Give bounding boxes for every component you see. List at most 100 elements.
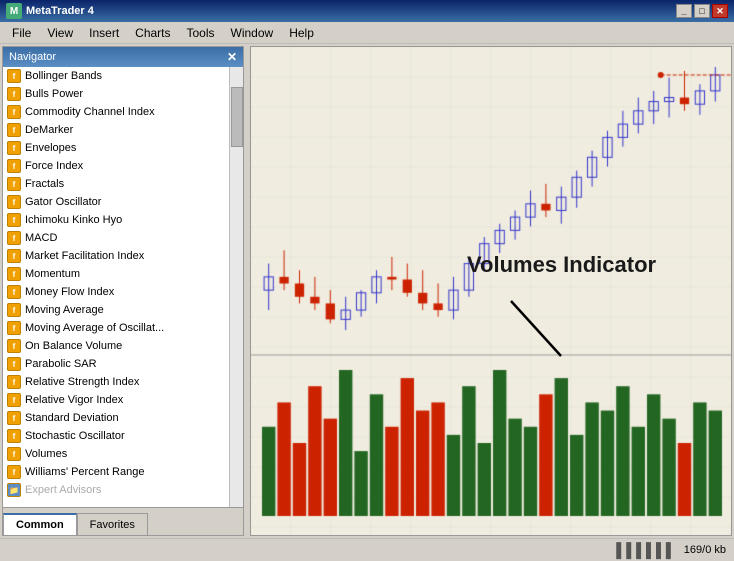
menu-tools[interactable]: Tools [179,24,223,42]
list-item[interactable]: f DeMarker [3,121,243,139]
indicator-label: Market Facilitation Index [25,250,144,262]
list-item[interactable]: f Envelopes [3,139,243,157]
navigator-panel: Navigator ✕ f Bollinger Bands f Bulls Po… [2,46,244,536]
indicator-icon: f [7,159,21,173]
indicator-icon: f [7,213,21,227]
list-item[interactable]: f Moving Average [3,301,243,319]
minimize-button[interactable]: _ [676,4,692,18]
indicator-icon: f [7,195,21,209]
list-item[interactable]: f Gator Oscillator [3,193,243,211]
indicator-label: Williams' Percent Range [25,466,144,478]
indicator-icon: f [7,87,21,101]
list-item[interactable]: f Money Flow Index [3,283,243,301]
main-area: Navigator ✕ f Bollinger Bands f Bulls Po… [2,46,732,536]
indicator-label: Force Index [25,160,83,172]
indicator-label: MACD [25,232,57,244]
indicator-icon: f [7,177,21,191]
menu-view[interactable]: View [39,24,81,42]
indicator-label: Fractals [25,178,64,190]
list-item[interactable]: f Bollinger Bands [3,67,243,85]
list-item[interactable]: f Stochastic Oscillator [3,427,243,445]
list-item[interactable]: f MACD [3,229,243,247]
indicator-label: Envelopes [25,142,76,154]
list-item[interactable]: f Relative Vigor Index [3,391,243,409]
title-bar: M MetaTrader 4 _ □ ✕ [0,0,734,22]
navigator-scroll-thumb[interactable] [231,87,243,147]
indicator-label: Money Flow Index [25,286,114,298]
expert-advisors-label: Expert Advisors [25,484,101,496]
indicator-label: Volumes [25,448,67,460]
menu-file[interactable]: File [4,24,39,42]
status-bars-icon: ▌▌▌▌▌▌ [616,542,676,558]
navigator-tabs: Common Favorites [3,507,243,535]
list-item[interactable]: f Ichimoku Kinko Hyo [3,211,243,229]
panel-resizer[interactable] [244,46,248,536]
chart-canvas [251,47,732,536]
indicator-icon: f [7,375,21,389]
list-item[interactable]: f Momentum [3,265,243,283]
indicator-icon: f [7,69,21,83]
menu-insert[interactable]: Insert [81,24,127,42]
title-bar-left: M MetaTrader 4 [6,3,94,19]
menu-help[interactable]: Help [281,24,322,42]
indicator-icon: f [7,429,21,443]
indicator-label: Moving Average [25,304,104,316]
menu-bar: File View Insert Charts Tools Window Hel… [0,22,734,44]
indicator-icon: f [7,339,21,353]
indicator-label: Standard Deviation [25,412,119,424]
indicator-label: Bollinger Bands [25,70,102,82]
list-item[interactable]: f Fractals [3,175,243,193]
menu-charts[interactable]: Charts [127,24,178,42]
list-item[interactable]: f Market Facilitation Index [3,247,243,265]
status-bar: ▌▌▌▌▌▌ 169/0 kb [0,538,734,560]
indicator-icon: f [7,267,21,281]
indicator-label: Momentum [25,268,80,280]
indicator-label: Bulls Power [25,88,83,100]
folder-icon: 📁 [7,483,21,497]
indicator-icon: f [7,411,21,425]
tab-favorites[interactable]: Favorites [77,513,148,535]
memory-usage: 169/0 kb [684,544,726,556]
indicator-icon: f [7,249,21,263]
indicator-icon: f [7,123,21,137]
indicator-icon: f [7,447,21,461]
list-item[interactable]: f Parabolic SAR [3,355,243,373]
list-item[interactable]: f Bulls Power [3,85,243,103]
list-item[interactable]: f Commodity Channel Index [3,103,243,121]
indicator-icon: f [7,321,21,335]
navigator-close-button[interactable]: ✕ [227,50,237,64]
list-item[interactable]: f Relative Strength Index [3,373,243,391]
app-title: MetaTrader 4 [26,5,94,17]
indicator-label: Stochastic Oscillator [25,430,125,442]
app-icon: M [6,3,22,19]
title-bar-controls: _ □ ✕ [676,4,728,18]
indicator-icon: f [7,141,21,155]
navigator-header: Navigator ✕ [3,47,243,67]
chart-area[interactable]: Volumes Indicator [250,46,732,536]
indicator-icon: f [7,393,21,407]
maximize-button[interactable]: □ [694,4,710,18]
list-item[interactable]: f Williams' Percent Range [3,463,243,481]
menu-window[interactable]: Window [223,24,282,42]
indicator-icon: f [7,105,21,119]
list-item[interactable]: f Moving Average of Oscillat... [3,319,243,337]
indicator-label: Relative Strength Index [25,376,139,388]
indicator-icon: f [7,357,21,371]
indicator-icon: f [7,231,21,245]
tab-common[interactable]: Common [3,513,77,535]
list-item[interactable]: f Standard Deviation [3,409,243,427]
indicator-label: Gator Oscillator [25,196,101,208]
list-item[interactable]: f Volumes [3,445,243,463]
indicator-label: Commodity Channel Index [25,106,155,118]
indicator-label: Ichimoku Kinko Hyo [25,214,122,226]
indicator-icon: f [7,303,21,317]
close-button[interactable]: ✕ [712,4,728,18]
indicator-icon: f [7,285,21,299]
indicator-label: On Balance Volume [25,340,122,352]
list-item[interactable]: f Force Index [3,157,243,175]
list-item[interactable]: f On Balance Volume [3,337,243,355]
navigator-scrollbar[interactable] [229,67,243,507]
indicator-label: DeMarker [25,124,73,136]
indicator-label: Parabolic SAR [25,358,97,370]
list-item[interactable]: 📁 Expert Advisors [3,481,243,499]
